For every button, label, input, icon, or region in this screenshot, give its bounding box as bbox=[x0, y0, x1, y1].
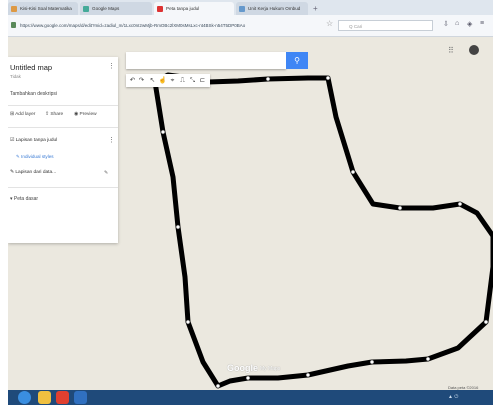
layer-item-label: Lapisan dari data... bbox=[15, 170, 57, 175]
map-search-button[interactable]: ⚲ bbox=[286, 52, 308, 69]
menu-icon[interactable]: ≡ bbox=[480, 20, 484, 27]
windows-taskbar: ▲ ⏻ bbox=[8, 390, 493, 405]
tab-1[interactable]: Kisi-Kisi Soal Matematika bbox=[8, 2, 78, 15]
bookmark-star-icon[interactable]: ☆ bbox=[326, 19, 333, 28]
panel-menu-icon[interactable]: ⋮ bbox=[108, 62, 115, 70]
favicon-icon bbox=[11, 6, 17, 12]
add-layer-button[interactable]: ⊞ Add layer bbox=[10, 112, 35, 117]
divider bbox=[8, 187, 118, 188]
search-icon: ⚲ bbox=[294, 56, 300, 65]
tab-label: Peta tanpa judul bbox=[166, 6, 200, 11]
share-button[interactable]: ⇪ Share bbox=[45, 112, 63, 117]
edit-icon[interactable]: ✎ bbox=[104, 170, 108, 176]
ie-app-icon[interactable] bbox=[74, 391, 87, 404]
basemap-label: Peta dasar bbox=[13, 196, 39, 202]
drawing-toolbar: ↶ ↷ ↖ ☝ ⌖ ⎍ ⤡ ⊏ bbox=[126, 74, 210, 87]
favicon-icon bbox=[83, 6, 89, 12]
system-tray[interactable]: ▲ ⏻ bbox=[448, 394, 458, 400]
ruler-tool-icon[interactable]: ⊏ bbox=[198, 75, 207, 86]
tab-label: Unit Kerja Hukum Ombud bbox=[248, 6, 301, 11]
tab-label: Google Maps bbox=[92, 6, 120, 11]
map-search-input[interactable] bbox=[126, 52, 286, 69]
directions-tool-icon[interactable]: ⤡ bbox=[188, 75, 197, 86]
preview-button[interactable]: ◉ Preview bbox=[74, 112, 97, 117]
divider bbox=[8, 127, 118, 128]
url-field[interactable]: https://www.google.com/maps/d/edit?mid=z… bbox=[20, 21, 320, 31]
line-tool-icon[interactable]: ⎍ bbox=[178, 75, 187, 86]
layer-item[interactable]: ✎ Lapisan dari data... bbox=[10, 170, 56, 175]
new-tab-button[interactable]: + bbox=[313, 4, 318, 13]
tab-bar: Kisi-Kisi Soal Matematika Google Maps Pe… bbox=[8, 0, 493, 15]
layer-name: Lapisan tanpa judul bbox=[15, 138, 58, 143]
apps-grid-icon[interactable]: ⠿ bbox=[448, 46, 454, 55]
basemap-toggle[interactable]: ▾ Peta dasar bbox=[10, 196, 38, 202]
vertex-handles[interactable] bbox=[152, 75, 489, 389]
preview-label: Preview bbox=[79, 112, 97, 117]
start-button[interactable] bbox=[18, 391, 31, 404]
hand-tool-icon[interactable]: ☝ bbox=[158, 75, 167, 86]
address-bar: https://www.google.com/maps/d/edit?mid=z… bbox=[8, 15, 493, 37]
tab-3-active[interactable]: Peta tanpa judul bbox=[154, 2, 234, 15]
lock-icon bbox=[11, 22, 16, 28]
my-maps-label: My Maps bbox=[260, 366, 281, 372]
individual-styles-link[interactable]: ✎ Individual styles bbox=[16, 154, 54, 160]
layers-panel: Untitled map Tidak ⋮ Tambahkan deskripsi… bbox=[8, 57, 118, 243]
undo-icon[interactable]: ↶ bbox=[128, 75, 137, 86]
polygon-outline[interactable] bbox=[152, 72, 493, 389]
favicon-icon bbox=[157, 6, 163, 12]
marker-tool-icon[interactable]: ⌖ bbox=[168, 75, 177, 86]
map-canvas[interactable]: Untitled map Tidak ⋮ Tambahkan deskripsi… bbox=[8, 37, 493, 390]
redo-icon[interactable]: ↷ bbox=[137, 75, 146, 86]
download-icon[interactable]: ⇩ bbox=[443, 20, 449, 28]
layer-checkbox[interactable]: ☑ Lapisan tanpa judul bbox=[10, 138, 57, 143]
google-logo: Google bbox=[227, 363, 258, 373]
search-placeholder: Q Cari bbox=[349, 24, 363, 29]
share-label: Share bbox=[50, 112, 64, 117]
divider bbox=[8, 105, 118, 106]
map-subtitle: Tidak bbox=[10, 74, 21, 79]
map-title[interactable]: Untitled map bbox=[10, 63, 52, 72]
favicon-icon bbox=[239, 6, 245, 12]
browser-search-input[interactable]: Q Cari bbox=[338, 20, 433, 31]
tab-4[interactable]: Unit Kerja Hukum Ombud bbox=[236, 2, 308, 15]
tab-label: Kisi-Kisi Soal Matematika bbox=[20, 6, 72, 11]
home-icon[interactable]: ⌂ bbox=[455, 20, 459, 27]
map-description[interactable]: Tambahkan deskripsi bbox=[10, 91, 57, 97]
browser-window: Kisi-Kisi Soal Matematika Google Maps Pe… bbox=[0, 0, 493, 405]
explorer-app-icon[interactable] bbox=[38, 391, 51, 404]
select-tool-icon[interactable]: ↖ bbox=[148, 75, 157, 86]
layer-menu-icon[interactable]: ⋮ bbox=[108, 136, 115, 144]
add-layer-label: Add layer bbox=[15, 112, 36, 117]
chrome-app-icon[interactable] bbox=[56, 391, 69, 404]
style-link-label: Individual styles bbox=[21, 154, 54, 159]
account-avatar[interactable] bbox=[469, 45, 479, 55]
tab-2[interactable]: Google Maps bbox=[80, 2, 152, 15]
shield-icon[interactable]: ◈ bbox=[467, 20, 472, 28]
